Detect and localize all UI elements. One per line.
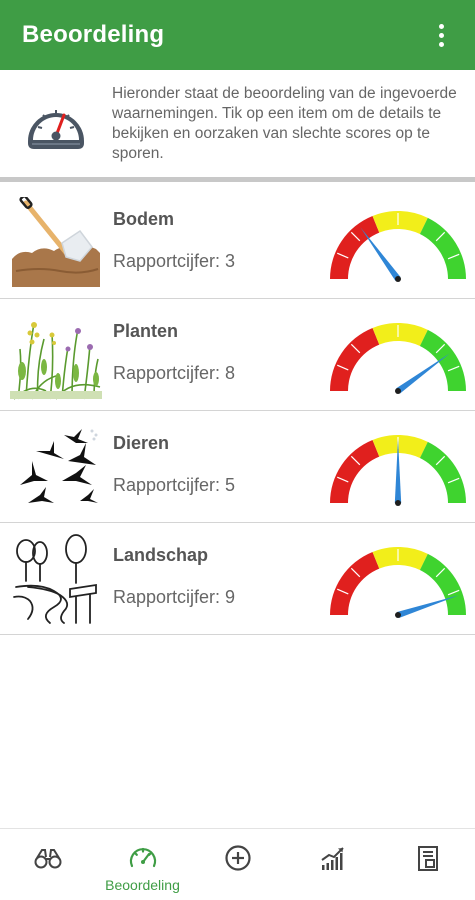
intro-panel: Hieronder staat de beoordeling van de in… — [0, 70, 475, 182]
item-name: Landschap — [113, 544, 209, 565]
gauge-band — [330, 551, 380, 615]
nav-assessment[interactable]: Beoordeling — [95, 829, 190, 900]
gauge-band — [330, 327, 380, 391]
gauge-band — [372, 210, 428, 234]
item-score: Rapportcijfer: 5 — [113, 474, 236, 495]
gauge-band — [419, 329, 466, 391]
list-item-bodem[interactable]: Bodem Rapportcijfer: 3 — [0, 187, 475, 299]
item-score: Rapportcijfer: 3 — [113, 250, 236, 271]
more-vert-icon[interactable] — [429, 20, 453, 50]
nav-report[interactable] — [380, 829, 475, 900]
gauge-band — [330, 439, 380, 503]
bottom-navigation: Beoordeling — [0, 828, 475, 900]
gauge-hub — [395, 275, 401, 282]
gauge-hub — [395, 499, 401, 506]
landscape-icon — [13, 533, 97, 624]
report-icon — [417, 846, 438, 871]
soil-shovel-icon — [12, 196, 100, 287]
gauge-hub — [395, 611, 401, 618]
gauge-band — [372, 322, 428, 346]
gauge-band — [419, 217, 466, 279]
list-item-landschap[interactable]: Landschap Rapportcijfer: 9 — [0, 523, 475, 635]
gauge-band — [419, 441, 466, 503]
intro-text: Hieronder staat de beoordeling van de in… — [112, 84, 457, 162]
nav-add[interactable] — [190, 829, 285, 900]
binoculars-icon — [34, 849, 61, 869]
gauge-needle — [360, 226, 401, 281]
assessment-list: Bodem Rapportcijfer: 3 Planten Rapportci… — [0, 187, 475, 635]
gauge-needle — [396, 352, 450, 394]
nav-observations[interactable] — [0, 829, 95, 900]
page-title: Beoordeling — [22, 21, 165, 48]
gauge-icon — [330, 546, 466, 618]
gauge-band — [372, 546, 428, 570]
plants-icon — [10, 321, 102, 400]
list-item-planten[interactable]: Planten Rapportcijfer: 8 — [0, 299, 475, 411]
list-item-dieren[interactable]: Dieren Rapportcijfer: 5 — [0, 411, 475, 523]
trend-chart-icon — [320, 847, 344, 870]
item-name: Dieren — [113, 432, 170, 453]
nav-trends[interactable] — [285, 829, 380, 900]
nav-label: Beoordeling — [105, 877, 180, 893]
speedometer-icon — [28, 109, 84, 149]
birds-icon — [20, 428, 98, 503]
add-circle-icon — [224, 845, 251, 871]
item-name: Bodem — [113, 208, 175, 229]
gauge-icon — [330, 322, 466, 394]
app-bar: Beoordeling — [0, 0, 475, 70]
gauge-icon — [330, 434, 466, 506]
gauge-band — [330, 215, 380, 279]
item-score: Rapportcijfer: 9 — [113, 586, 236, 607]
item-name: Planten — [113, 320, 179, 341]
speedometer-icon — [129, 847, 156, 868]
gauge-band — [372, 434, 428, 458]
item-score: Rapportcijfer: 8 — [113, 362, 236, 383]
gauge-icon — [330, 210, 466, 282]
gauge-hub — [395, 387, 401, 394]
